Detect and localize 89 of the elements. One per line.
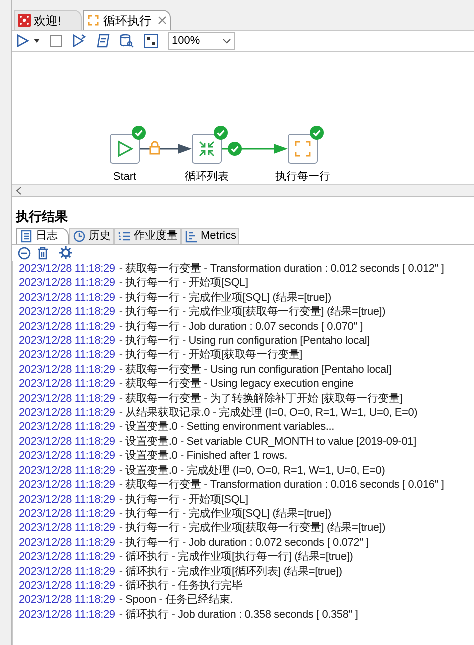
log-timestamp: 2023/12/28 11:18:29 — [19, 348, 116, 363]
grid-icon[interactable] — [144, 34, 158, 48]
log-timestamp: 2023/12/28 11:18:29 — [19, 593, 116, 608]
log-message: - Spoon - 任务已经结束. — [119, 593, 234, 608]
log-message: - 执行每一行 - Job duration : 0.072 seconds [ 0.072" ] — [119, 536, 369, 550]
dropdown-arrow-icon[interactable] — [34, 39, 40, 43]
editor-tab[interactable]: 欢迎! — [14, 10, 82, 30]
stop-icon[interactable] — [50, 35, 62, 47]
log-message: - 获取每一行变量 - 为了转换解除补丁开始 [获取每一行变量] — [119, 392, 403, 406]
log-timestamp: 2023/12/28 11:18:29 — [19, 305, 116, 320]
log-timestamp: 2023/12/28 11:18:29 — [19, 377, 116, 392]
job-entry-node[interactable] — [110, 134, 140, 164]
log-message: - 执行每一行 - 开始项[获取每一行变量] — [119, 348, 303, 363]
log-timestamp: 2023/12/28 11:18:29 — [19, 550, 116, 565]
node-label: Start — [113, 170, 137, 185]
log-timestamp: 2023/12/28 11:18:29 — [19, 392, 116, 406]
result-tab[interactable]: 日志 — [16, 228, 69, 244]
spoon-logo-icon — [18, 14, 31, 27]
document-icon — [20, 230, 33, 243]
log-timestamp: 2023/12/28 11:18:29 — [19, 506, 116, 522]
log-timestamp: 2023/12/28 11:18:29 — [19, 334, 116, 348]
run-icon[interactable] — [16, 34, 30, 48]
log-timestamp: 2023/12/28 11:18:29 — [19, 362, 116, 378]
log-message: - 执行每一行 - 开始项[SQL] — [119, 276, 248, 291]
clock-icon — [73, 230, 86, 243]
log-timestamp: 2023/12/28 11:18:29 — [19, 276, 116, 291]
log-timestamp: 2023/12/28 11:18:29 — [19, 262, 116, 276]
script-icon[interactable] — [97, 34, 110, 48]
log-message: - 设置变量.0 - Setting environment variables... — [119, 420, 334, 435]
lock-icon — [149, 141, 161, 155]
result-tab[interactable]: Metrics — [181, 228, 240, 244]
numbered-list-icon — [118, 230, 131, 243]
job-entry-node[interactable] — [192, 134, 222, 164]
log-message: - 设置变量.0 - 完成处理 (I=0, O=0, R=1, W=1, U=0, E=0) — [119, 464, 386, 478]
trash-icon[interactable] — [37, 246, 49, 260]
log-timestamp: 2023/12/28 11:18:29 — [19, 420, 116, 435]
node-label: 执行每一行 — [276, 170, 330, 185]
log-timestamp: 2023/12/28 11:18:29 — [19, 492, 116, 507]
minus-circle-icon[interactable] — [18, 246, 31, 260]
log-timestamp: 2023/12/28 11:18:29 — [19, 464, 116, 478]
log-message: - 执行每一行 - 完成作业项[SQL] (结果=[true]) — [119, 506, 332, 522]
log-timestamp: 2023/12/28 11:18:29 — [19, 564, 116, 579]
panel-title: 执行结果 — [14, 209, 69, 225]
log-message: - 循环执行 - Job duration : 0.358 seconds [ 0.358" ] — [119, 608, 358, 622]
result-tab[interactable]: 历史 — [69, 228, 114, 244]
log-message: - 获取每一行变量 - Transformation duration : 0.016 seconds [ 0.016" ] — [119, 478, 444, 492]
database-search-icon[interactable] — [120, 34, 134, 48]
log-message: - 设置变量.0 - Set variable CUR_MONTH to value [2019-09-01] — [119, 434, 416, 450]
log-timestamp: 2023/12/28 11:18:29 — [19, 521, 116, 536]
chevron-down-icon — [223, 38, 231, 44]
log-timestamp: 2023/12/28 11:18:29 — [19, 320, 116, 334]
scroll-left-icon[interactable] — [16, 186, 22, 194]
play-icon — [116, 140, 134, 158]
log-message: - 循环执行 - 任务执行完毕 — [119, 578, 243, 594]
replay-icon[interactable] — [72, 34, 87, 48]
close-icon[interactable] — [158, 16, 168, 25]
log-message: - 循环执行 - 完成作业项[执行每一行] (结果=[true]) — [119, 550, 354, 565]
hop-arrow — [222, 144, 288, 154]
bar-chart-icon — [185, 230, 198, 243]
zoom-select[interactable]: 100% — [168, 32, 235, 50]
log-message: - 设置变量.0 - Finished after 1 rows. — [119, 449, 288, 464]
hop-arrow — [140, 144, 192, 154]
corner-brackets-icon — [294, 140, 312, 158]
gear-icon[interactable] — [59, 246, 73, 260]
log-message: - 执行每一行 - 完成作业项[SQL] (结果=[true]) — [119, 290, 332, 306]
job-entry-node[interactable] — [288, 134, 318, 164]
log-message: - 执行每一行 - Using run configuration [Pentaho local] — [119, 334, 370, 348]
log-timestamp: 2023/12/28 11:18:29 — [19, 608, 116, 622]
log-message: - 执行每一行 - 完成作业项[获取每一行变量] (结果=[true]) — [119, 305, 386, 320]
log-timestamp: 2023/12/28 11:18:29 — [19, 536, 116, 550]
log-message: - 获取每一行变量 - Transformation duration : 0.012 seconds [ 0.012" ] — [119, 262, 444, 276]
log-message: - 执行每一行 - Job duration : 0.07 seconds [ 0.070" ] — [119, 320, 364, 334]
result-tab[interactable]: 作业度量 — [114, 228, 181, 244]
log-timestamp: 2023/12/28 11:18:29 — [19, 578, 116, 594]
log-message: - 循环执行 - 完成作业项[循环列表] (结果=[true]) — [119, 564, 342, 579]
success-check-icon — [228, 142, 242, 156]
log-timestamp: 2023/12/28 11:18:29 — [19, 290, 116, 306]
editor-tab[interactable]: 循环执行 — [83, 10, 172, 30]
log-timestamp: 2023/12/28 11:18:29 — [19, 478, 116, 492]
log-message: - 执行每一行 - 完成作业项[获取每一行变量] (结果=[true]) — [119, 521, 386, 536]
log-timestamp: 2023/12/28 11:18:29 — [19, 434, 116, 450]
log-message: - 获取每一行变量 - Using legacy execution engine — [119, 377, 354, 392]
log-timestamp: 2023/12/28 11:18:29 — [19, 406, 116, 420]
log-message: - 从结果获取记录.0 - 完成处理 (I=0, O=0, R=1, W=1, U=0, E=0) — [119, 406, 418, 420]
arrows-inward-icon — [198, 140, 216, 158]
node-label: 循环列表 — [185, 170, 229, 185]
log-message: - 获取每一行变量 - Using run configuration [Pentaho local] — [119, 362, 392, 378]
log-timestamp: 2023/12/28 11:18:29 — [19, 449, 116, 464]
log-message: - 执行每一行 - 开始项[SQL] — [119, 492, 248, 507]
